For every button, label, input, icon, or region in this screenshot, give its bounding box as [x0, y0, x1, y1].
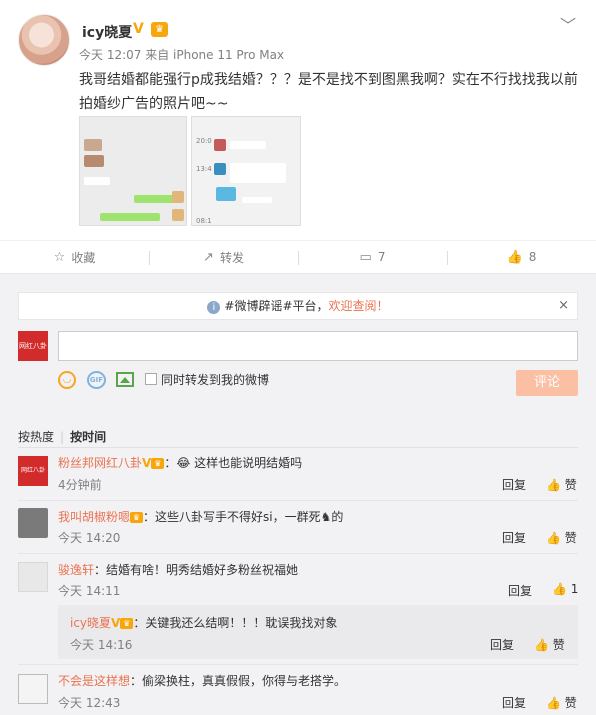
vip-badge-icon: ♛: [120, 618, 134, 629]
notice-text: #微博辟谣#平台，: [224, 299, 329, 313]
info-icon: i: [207, 301, 221, 314]
image-label: 08:1: [196, 217, 212, 225]
comment-body: 骏逸轩：结婚有啥！明秀结婚好多粉丝祝福她: [58, 561, 298, 578]
comment-button[interactable]: ▭ 7: [298, 241, 447, 273]
close-icon[interactable]: ×: [558, 293, 569, 319]
comment-time: 今天 12:43: [58, 696, 121, 710]
comment-like-label: 赞: [564, 696, 577, 710]
thumbs-up-icon: 👍: [546, 478, 561, 492]
comment-icon: ▭: [359, 249, 372, 265]
comment-like-button[interactable]: 👍 赞: [534, 636, 565, 653]
comment-like-label: 赞: [564, 531, 577, 545]
thumbs-up-icon: 👍: [552, 582, 567, 596]
comment-body: icy晓夏V ♛ ：关键我还么结啊！！！耽误我找对象: [70, 614, 337, 631]
thumbs-up-icon: 👍: [506, 249, 523, 265]
comment-count: 7: [377, 250, 386, 264]
divider: [18, 500, 578, 501]
post-text: 我哥结婚都能强行p成我结婚？？？是不是找不到图黑我啊？实在不行找找我以前拍婚纱广…: [79, 72, 578, 112]
comment-like-button[interactable]: 👍 赞: [546, 694, 577, 711]
divider: [18, 553, 578, 554]
rumor-notice: i #微博辟谣#平台，欢迎查阅！ ×: [18, 292, 578, 320]
comment-like-label: 1: [570, 582, 579, 596]
like-count: 8: [528, 250, 537, 264]
notice-link[interactable]: 欢迎查阅！: [329, 299, 389, 313]
commenter-avatar[interactable]: [18, 508, 48, 538]
favorite-button[interactable]: ☆ 收藏: [0, 241, 149, 273]
image-icon[interactable]: [116, 372, 134, 387]
comment-body: 粉丝邦网红八卦V ♛ ：😂 这样也能说明结婚吗: [58, 454, 302, 471]
comment-time: 今天 14:11: [58, 584, 121, 598]
comment-text: ：这些八卦写手不得好si，一群死♞的: [143, 510, 344, 524]
like-button[interactable]: 👍 8: [447, 241, 596, 273]
comment-like-label: 赞: [552, 638, 565, 652]
author-name[interactable]: icy晓夏: [82, 22, 132, 42]
commenter-name[interactable]: 粉丝邦网红八卦: [58, 456, 142, 470]
verified-badge-icon: V: [133, 21, 144, 37]
thumbs-up-icon: 👍: [546, 696, 561, 710]
my-avatar[interactable]: 网红八卦: [18, 331, 48, 361]
post-meta: 今天 12:07 来自 iPhone 11 Pro Max: [79, 48, 285, 62]
sort-by-time[interactable]: 按时间: [70, 430, 106, 444]
reply-button[interactable]: 回复: [502, 529, 526, 546]
comment-input[interactable]: [58, 331, 578, 361]
repost-checkbox-label: 同时转发到我的微博: [161, 373, 270, 387]
comment-time: 4分钟前: [58, 478, 102, 492]
repost-checkbox[interactable]: [145, 373, 157, 385]
comment-submit-button[interactable]: 评论: [516, 370, 578, 396]
reply-button[interactable]: 回复: [502, 694, 526, 711]
comment-text: ：😂 这样也能说明结婚吗: [164, 456, 303, 470]
verified-badge-icon: V: [142, 456, 152, 470]
chevron-down-icon[interactable]: ﹀: [560, 12, 576, 35]
commenter-avatar[interactable]: [18, 674, 48, 704]
image-label: 13:4: [196, 165, 212, 173]
divider: [18, 664, 578, 665]
favorite-label: 收藏: [71, 250, 96, 265]
vip-badge-icon: ♛: [151, 458, 165, 469]
sort-separator: |: [60, 430, 65, 444]
action-bar: ☆ 收藏 ↗ 转发 ▭ 7 👍 8: [0, 240, 596, 274]
share-icon: ↗: [203, 249, 214, 265]
sort-tabs: 按热度 | 按时间: [18, 428, 106, 445]
comment-text: ：关键我还么结啊！！！耽误我找对象: [133, 616, 338, 630]
commenter-name[interactable]: 不会是这样想: [58, 674, 130, 688]
post-image-2[interactable]: 20:0 13:4 08:1: [191, 116, 301, 226]
comment-body: 我叫胡椒粉嗯 ♛ ：这些八卦写手不得好si，一群死♞的: [58, 508, 343, 525]
image-label: 20:0: [196, 137, 212, 145]
repost-button[interactable]: ↗ 转发: [149, 241, 298, 273]
post-image-1[interactable]: [79, 116, 187, 226]
commenter-name[interactable]: icy晓夏: [70, 616, 111, 630]
comment-time: 今天 14:20: [58, 531, 121, 545]
vip-badge-icon: ♛: [151, 22, 168, 37]
comment-text: ：结婚有啥！明秀结婚好多粉丝祝福她: [94, 563, 299, 577]
commenter-name[interactable]: 骏逸轩: [58, 563, 94, 577]
comment-body: 不会是这样想：偷梁换柱，真真假假，你得与老搭学。: [58, 672, 346, 689]
sort-by-hot[interactable]: 按热度: [18, 430, 54, 444]
reply-button[interactable]: 回复: [502, 476, 526, 493]
reply-button[interactable]: 回复: [490, 636, 514, 653]
comment-time: 今天 14:16: [70, 638, 133, 652]
thumbs-up-icon: 👍: [534, 638, 549, 652]
comment-like-button[interactable]: 👍 赞: [546, 529, 577, 546]
commenter-avatar[interactable]: 网红八卦: [18, 456, 48, 486]
comment-like-button[interactable]: 👍 1: [552, 582, 578, 596]
comment-like-button[interactable]: 👍 赞: [546, 476, 577, 493]
star-icon: ☆: [53, 249, 66, 265]
author-avatar[interactable]: [18, 14, 70, 66]
vip-badge-icon: ♛: [130, 512, 144, 523]
comment-like-label: 赞: [564, 478, 577, 492]
verified-badge-icon: V: [111, 616, 121, 630]
divider: [18, 447, 578, 448]
gif-icon[interactable]: GIF: [87, 371, 106, 389]
repost-label: 转发: [219, 250, 244, 265]
thumbs-up-icon: 👍: [546, 531, 561, 545]
commenter-avatar[interactable]: [18, 562, 48, 592]
commenter-name[interactable]: 我叫胡椒粉嗯: [58, 510, 130, 524]
comment-text: ：偷梁换柱，真真假假，你得与老搭学。: [130, 674, 347, 688]
reply-button[interactable]: 回复: [508, 582, 532, 599]
emoji-icon[interactable]: ◡: [58, 371, 76, 389]
